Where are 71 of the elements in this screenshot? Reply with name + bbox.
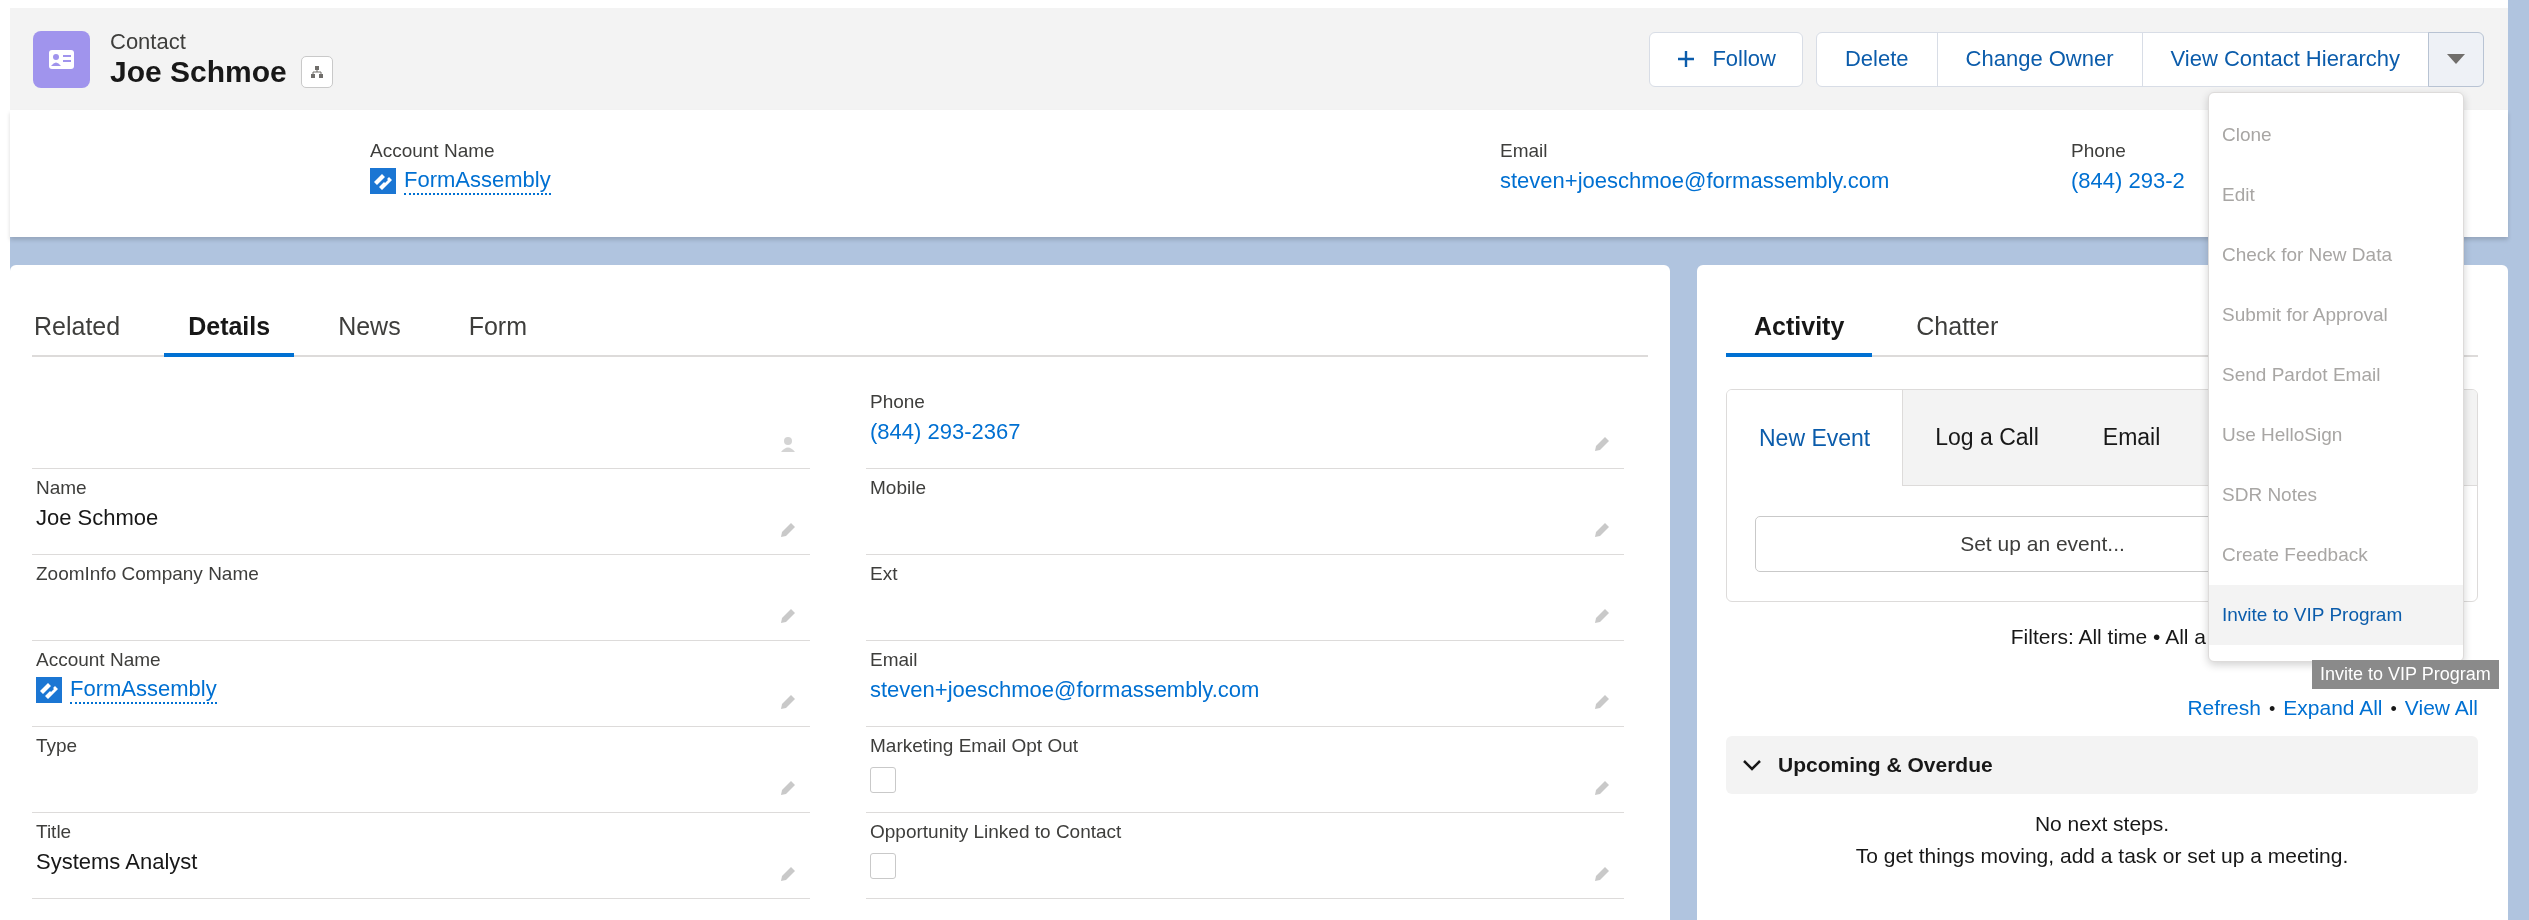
section-header[interactable]: Upcoming & Overdue — [1726, 736, 2478, 794]
pencil-icon[interactable] — [778, 520, 798, 540]
empty-message: No next steps. — [2034, 812, 2170, 836]
empty-message: To get things moving, add a task or set up a meeting. — [1855, 844, 2349, 868]
activity-link[interactable]: Expand All — [2283, 696, 2383, 720]
field-link[interactable]: steven+joeschmoe@formassembly.com — [870, 677, 1260, 703]
more-actions-button[interactable] — [2428, 31, 2484, 87]
hierarchy-button[interactable] — [300, 56, 333, 88]
highlight-label: Account Name — [370, 140, 496, 162]
highlight-link[interactable]: (844) 293-2 — [2071, 168, 2185, 194]
record-tab[interactable]: Details — [164, 312, 295, 357]
record-tab[interactable]: Form — [444, 312, 551, 357]
field-label: Opportunity Linked to Contact — [870, 821, 1123, 843]
action-button[interactable]: View Contact Hierarchy — [2141, 31, 2429, 87]
field-label: Name — [36, 477, 88, 499]
composer-tab[interactable]: Log a Call — [1903, 390, 2071, 485]
filters-text: Filters: All time • All a — [2010, 625, 2206, 649]
field-label: Marketing Email Opt Out — [870, 735, 1080, 757]
pencil-icon[interactable] — [1592, 520, 1612, 540]
checkbox[interactable] — [870, 767, 896, 793]
account-logo-icon — [370, 168, 396, 194]
composer-tab[interactable]: Email — [2070, 390, 2193, 485]
hierarchy-icon — [308, 64, 325, 80]
record-title: Joe Schmoe — [110, 55, 287, 89]
account-link[interactable]: FormAssembly — [404, 167, 551, 195]
contact-card-icon — [33, 30, 90, 88]
pencil-icon[interactable] — [1592, 778, 1612, 798]
plus-icon — [1676, 49, 1697, 69]
pencil-icon[interactable] — [1592, 692, 1612, 712]
field-link[interactable]: (844) 293-2367 — [870, 419, 1021, 445]
follow-button[interactable]: Follow — [1649, 31, 1803, 87]
field-label: Phone — [870, 391, 926, 413]
object-type: Contact — [110, 29, 187, 55]
pencil-icon[interactable] — [778, 864, 798, 884]
separator-dot: • — [2390, 699, 2397, 720]
field-label: Title — [36, 821, 73, 843]
account-link[interactable]: FormAssembly — [70, 676, 217, 704]
pencil-icon[interactable] — [778, 606, 798, 626]
composer-tab[interactable]: New Event — [1727, 390, 1904, 486]
field-label: Account Name — [36, 649, 162, 671]
activity-link[interactable]: Refresh — [2187, 696, 2261, 720]
record-tab[interactable]: News — [314, 312, 425, 357]
field-label: ZoomInfo Company Name — [36, 563, 260, 585]
highlight-label: Phone — [2071, 140, 2127, 162]
action-button[interactable]: Change Owner — [1936, 31, 2143, 87]
tooltip: Invite to VIP Program — [2312, 660, 2499, 689]
separator-dot: • — [2268, 699, 2276, 720]
pencil-icon[interactable] — [778, 692, 798, 712]
highlight-label: Email — [1500, 140, 1549, 162]
field-value: Systems Analyst — [36, 849, 198, 875]
field-label: Email — [870, 649, 919, 671]
pencil-icon[interactable] — [778, 778, 798, 798]
field-label: Ext — [870, 563, 899, 585]
activity-tab[interactable]: Activity — [1726, 312, 1873, 357]
pencil-icon[interactable] — [1592, 864, 1612, 884]
action-button[interactable]: Delete — [1815, 31, 1938, 87]
caret-down-icon — [2446, 53, 2466, 65]
activity-tab[interactable]: Chatter — [1888, 312, 2027, 357]
menu-item[interactable]: Invite to VIP Program — [2209, 585, 2463, 645]
user-icon — [778, 434, 798, 454]
field-value: Joe Schmoe — [36, 505, 159, 531]
field-label: Mobile — [870, 477, 927, 499]
field-label: Type — [36, 735, 79, 757]
account-logo-icon — [36, 677, 62, 703]
record-tab[interactable]: Related — [32, 312, 145, 357]
checkbox[interactable] — [870, 853, 896, 879]
pencil-icon[interactable] — [1592, 434, 1612, 454]
highlight-link[interactable]: steven+joeschmoe@formassembly.com — [1500, 168, 1890, 194]
pencil-icon[interactable] — [1592, 606, 1612, 626]
activity-link[interactable]: View All — [2404, 696, 2478, 720]
chevron-icon — [1742, 758, 1762, 772]
